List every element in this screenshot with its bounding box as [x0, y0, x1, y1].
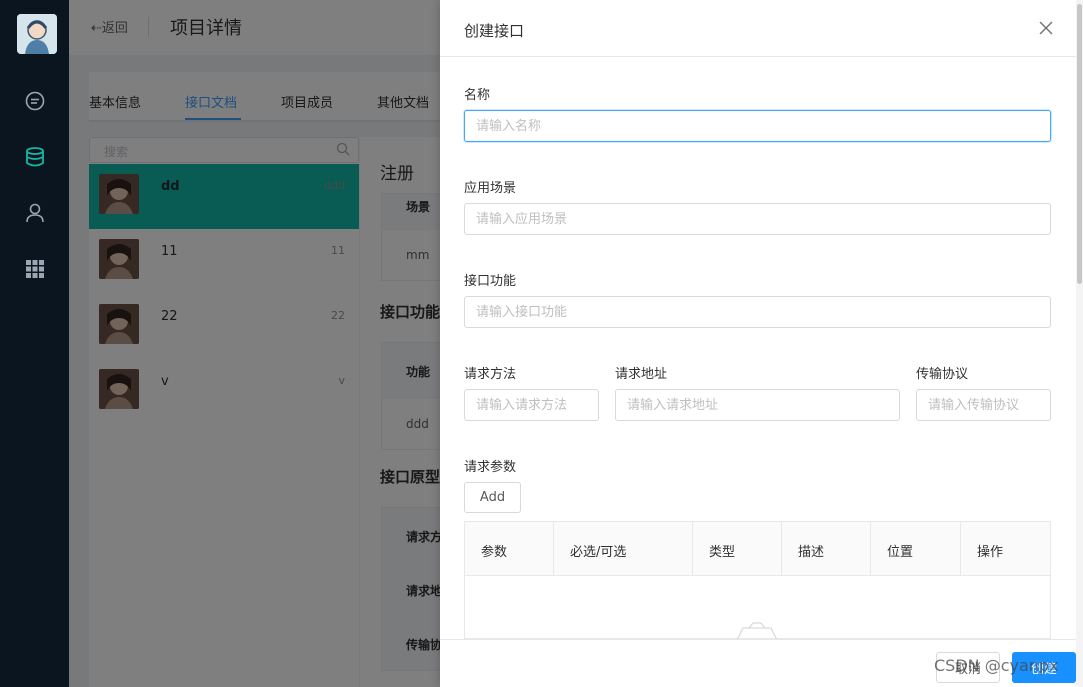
drawer-footer: 取消 创建 CSDN @cyanpx	[440, 639, 1076, 687]
column-header: 操作	[961, 522, 1050, 576]
params-label: 请求参数	[464, 460, 517, 475]
user-icon[interactable]	[24, 202, 46, 224]
column-header-label: 描述	[798, 545, 825, 560]
column-header: 必选/可选	[554, 522, 693, 576]
drawer-header: 创建接口	[440, 0, 1076, 57]
protocol-label: 传输协议	[916, 367, 969, 382]
params-table: 参数 必选/可选 类型 描述 位置 操作	[464, 521, 1051, 640]
column-header: 类型	[693, 522, 782, 576]
app-logo[interactable]	[17, 14, 57, 54]
column-header-label: 位置	[887, 545, 914, 560]
create-api-drawer: 创建接口 名称 应用场景 接口功能 请求方法 请求地址 传输协议 请求参数 Ad…	[440, 0, 1076, 687]
drawer-scrollbar[interactable]	[1076, 0, 1083, 687]
column-header-label: 类型	[709, 545, 736, 560]
name-label: 名称	[464, 88, 491, 103]
drawer-title: 创建接口	[464, 22, 525, 40]
database-icon[interactable]	[24, 146, 46, 168]
chat-icon[interactable]	[24, 90, 46, 112]
column-header: 位置	[871, 522, 961, 576]
url-label: 请求地址	[615, 367, 668, 382]
scrollbar-thumb[interactable]	[1077, 4, 1082, 284]
column-header: 描述	[782, 522, 871, 576]
protocol-input[interactable]	[916, 389, 1051, 421]
method-label: 请求方法	[464, 367, 517, 382]
method-input[interactable]	[464, 389, 599, 421]
create-button[interactable]: 创建	[1012, 652, 1076, 683]
column-header-label: 操作	[977, 545, 1004, 560]
params-table-header: 参数 必选/可选 类型 描述 位置 操作	[465, 522, 1050, 576]
app-sidebar-rail	[0, 0, 69, 687]
name-input[interactable]	[464, 110, 1051, 142]
column-header: 参数	[465, 522, 554, 576]
grid-icon[interactable]	[24, 258, 46, 280]
function-label: 接口功能	[464, 274, 517, 289]
empty-box-icon	[736, 622, 778, 640]
column-header-label: 参数	[481, 545, 508, 560]
add-param-button[interactable]: Add	[464, 482, 521, 513]
url-input[interactable]	[615, 389, 900, 421]
scene-input[interactable]	[464, 203, 1051, 235]
close-icon[interactable]	[1038, 20, 1054, 36]
function-input[interactable]	[464, 296, 1051, 328]
column-header-label: 必选/可选	[570, 545, 627, 560]
cancel-button[interactable]: 取消	[936, 652, 1000, 683]
scene-label: 应用场景	[464, 181, 517, 196]
